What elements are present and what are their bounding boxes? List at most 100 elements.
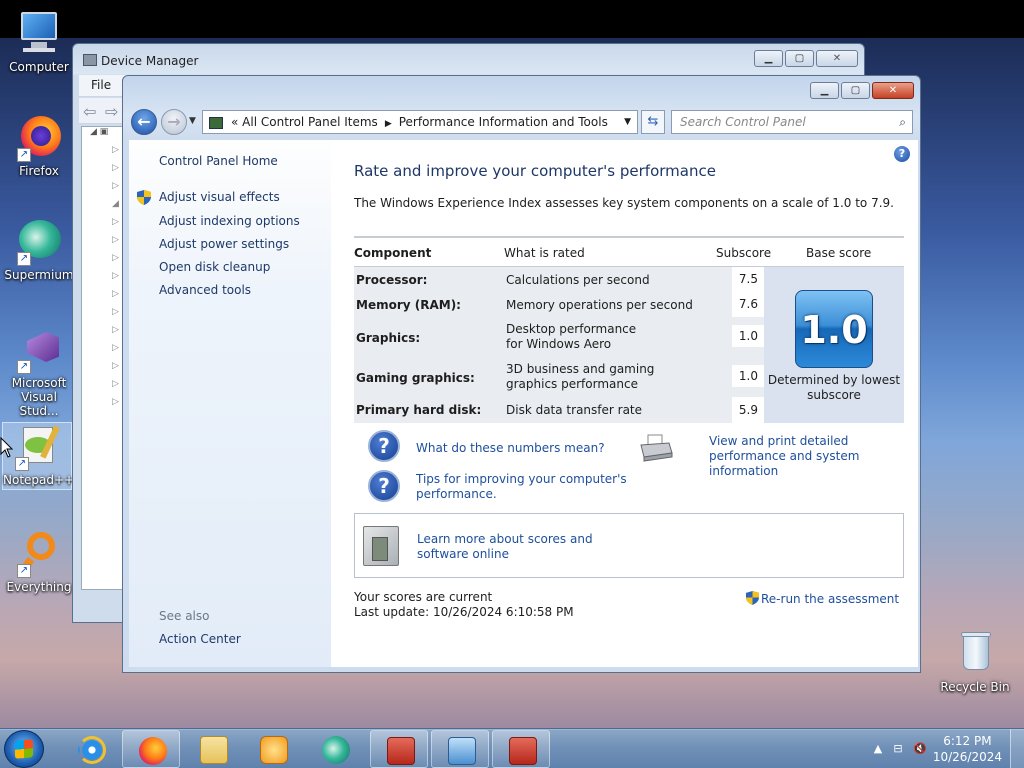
breadcrumb-current[interactable]: Performance Information and Tools: [399, 115, 608, 129]
desktop-icon-recycle-bin[interactable]: Recycle Bin: [940, 630, 1010, 694]
start-button[interactable]: [4, 730, 44, 768]
tree-expander-icon[interactable]: ▷: [82, 235, 124, 253]
device-tree[interactable]: ◢ ▣ ▷ ▷ ▷ ◢ ▷ ▷ ▷ ▷ ▷ ▷ ▷ ▷ ▷ ▷ ▷: [81, 126, 125, 590]
adjust-visual-effects-link[interactable]: Adjust visual effects: [159, 190, 280, 204]
adjust-indexing-link[interactable]: Adjust indexing options: [159, 214, 300, 228]
breadcrumb-prefix[interactable]: «: [231, 115, 238, 129]
rerun-assessment-link[interactable]: Re-run the assessment: [746, 591, 899, 606]
table-header: Component What is rated Subscore Base sc…: [354, 236, 904, 267]
disk-cleanup-link[interactable]: Open disk cleanup: [159, 260, 270, 274]
what-cell: Calculations per second: [506, 273, 650, 287]
adjust-power-link[interactable]: Adjust power settings: [159, 237, 289, 251]
desktop-icon-label: Everything: [6, 580, 72, 594]
show-hidden-icons-icon[interactable]: ▲: [870, 741, 886, 757]
numbers-meaning-link[interactable]: What do these numbers mean?: [416, 441, 605, 456]
learn-more-link[interactable]: Learn more about scores and software onl…: [417, 532, 637, 562]
close-button[interactable]: ✕: [816, 50, 858, 67]
view-print-details-link[interactable]: View and print detailed performance and …: [709, 434, 909, 479]
search-placeholder: Search Control Panel: [680, 115, 806, 129]
back-button[interactable]: ←: [131, 109, 157, 135]
recent-pages-icon[interactable]: ▼: [189, 116, 196, 126]
taskbar-firefox[interactable]: [122, 730, 180, 768]
tips-link[interactable]: Tips for improving your computer's perfo…: [416, 472, 636, 502]
performance-window[interactable]: ▁ ▢ ✕ ← → ▼ « All Control Panel Items ▶ Pe…: [122, 75, 921, 673]
uac-shield-icon: [746, 591, 759, 605]
forward-arrow-icon[interactable]: ⇨: [105, 102, 118, 121]
tree-expander-icon[interactable]: ▷: [82, 379, 124, 397]
window-title: Device Manager: [101, 54, 199, 68]
refresh-button[interactable]: ⇆: [641, 110, 665, 134]
caption-buttons: ▁ ▢ ✕: [754, 50, 858, 67]
taskbar-performance-tools[interactable]: [492, 730, 550, 768]
tree-expander-icon[interactable]: ▷: [82, 343, 124, 361]
base-score-caption: Determined by lowest subscore: [767, 373, 901, 402]
taskbar-explorer[interactable]: [184, 730, 242, 768]
action-center-link[interactable]: Action Center: [159, 632, 241, 646]
desktop-icon-computer[interactable]: Computer: [4, 10, 74, 74]
address-bar[interactable]: « All Control Panel Items ▶ Performance In…: [202, 110, 638, 134]
media-player-icon: [260, 736, 288, 764]
clock-date: 10/26/2024: [932, 750, 1002, 764]
tree-expander-icon[interactable]: ▷: [82, 163, 124, 181]
computer-icon: [15, 10, 63, 58]
what-cell: Disk data transfer rate: [506, 403, 643, 417]
control-panel-home-link[interactable]: Control Panel Home: [159, 154, 278, 168]
minimize-button[interactable]: ▁: [810, 82, 839, 99]
table-body: Processor: Calculations per second 7.5 M…: [354, 267, 904, 423]
tree-expander-icon[interactable]: ▷: [82, 181, 124, 199]
clock[interactable]: 6:12 PM 10/26/2024: [933, 733, 1002, 765]
forward-button[interactable]: →: [161, 109, 187, 135]
desktop-icon-everything[interactable]: ↗ Everything: [4, 530, 74, 594]
tree-expander-icon[interactable]: ▷: [82, 145, 124, 163]
main-content: ? Rate and improve your computer's perfo…: [331, 140, 918, 667]
tree-expander-icon[interactable]: ▷: [82, 271, 124, 289]
desktop-icon-visual-studio[interactable]: ↗ Microsoft Visual Stud...: [2, 326, 76, 418]
menu-file[interactable]: File: [79, 75, 123, 95]
desktop-icon-label: Recycle Bin: [940, 680, 1010, 694]
tree-expander-icon[interactable]: ▷: [82, 307, 124, 325]
tree-expander-icon[interactable]: ▷: [82, 361, 124, 379]
back-arrow-icon[interactable]: ⇦: [83, 102, 96, 121]
subscore-cell: 1.0: [732, 365, 764, 387]
visual-studio-icon: ↗: [15, 326, 63, 374]
volume-muted-icon[interactable]: 🔇: [912, 741, 928, 757]
tree-expander-icon[interactable]: ▷: [82, 397, 124, 415]
help-icon[interactable]: ?: [894, 146, 910, 162]
close-button[interactable]: ✕: [872, 82, 914, 99]
recycle-bin-icon: [951, 630, 999, 678]
clock-time: 6:12 PM: [943, 734, 992, 748]
advanced-tools-link[interactable]: Advanced tools: [159, 283, 251, 297]
show-desktop-button[interactable]: [1010, 729, 1024, 768]
maximize-button[interactable]: ▢: [841, 82, 870, 99]
tree-expander-icon[interactable]: ◢ ▣: [82, 127, 124, 145]
maximize-button[interactable]: ▢: [785, 50, 814, 67]
network-icon[interactable]: ⊟: [890, 741, 906, 757]
desktop-icon-supermium[interactable]: ↗ Supermium: [4, 218, 74, 282]
taskbar-control-panel[interactable]: [431, 730, 489, 768]
subscore-cell: 1.0: [732, 325, 764, 347]
tree-expander-icon[interactable]: ▷: [82, 289, 124, 307]
question-mark-icon: ?: [368, 430, 400, 462]
minimize-button[interactable]: ▁: [754, 50, 783, 67]
search-input[interactable]: Search Control Panel ⌕: [671, 110, 913, 134]
system-tray: ▲ ⊟ 🔇 6:12 PM 10/26/2024: [864, 729, 1024, 768]
taskbar-media-player[interactable]: [244, 730, 302, 768]
taskbar-supermium[interactable]: [306, 730, 364, 768]
tree-expander-icon[interactable]: ▷: [82, 253, 124, 271]
tree-expander-icon[interactable]: ▷: [82, 325, 124, 343]
component-cell: Gaming graphics:: [356, 371, 475, 385]
breadcrumb-separator-icon[interactable]: ▶: [385, 119, 392, 129]
search-icon[interactable]: ⌕: [899, 111, 906, 133]
desktop-icon-firefox[interactable]: ↗ Firefox: [4, 114, 74, 178]
supermium-icon: ↗: [15, 218, 63, 266]
toolbox-icon: [387, 737, 415, 765]
tree-expander-icon[interactable]: ▷: [82, 217, 124, 235]
taskbar-internet-explorer[interactable]: [62, 730, 120, 768]
internet-explorer-icon: [78, 736, 106, 764]
desktop-icon-label: Supermium: [4, 268, 74, 282]
address-dropdown-icon[interactable]: ▼: [624, 111, 631, 133]
what-cell: Memory operations per second: [506, 298, 693, 312]
tree-expander-icon[interactable]: ◢: [82, 199, 124, 217]
breadcrumb-all-items[interactable]: All Control Panel Items: [242, 115, 378, 129]
taskbar-device-manager[interactable]: [370, 730, 428, 768]
